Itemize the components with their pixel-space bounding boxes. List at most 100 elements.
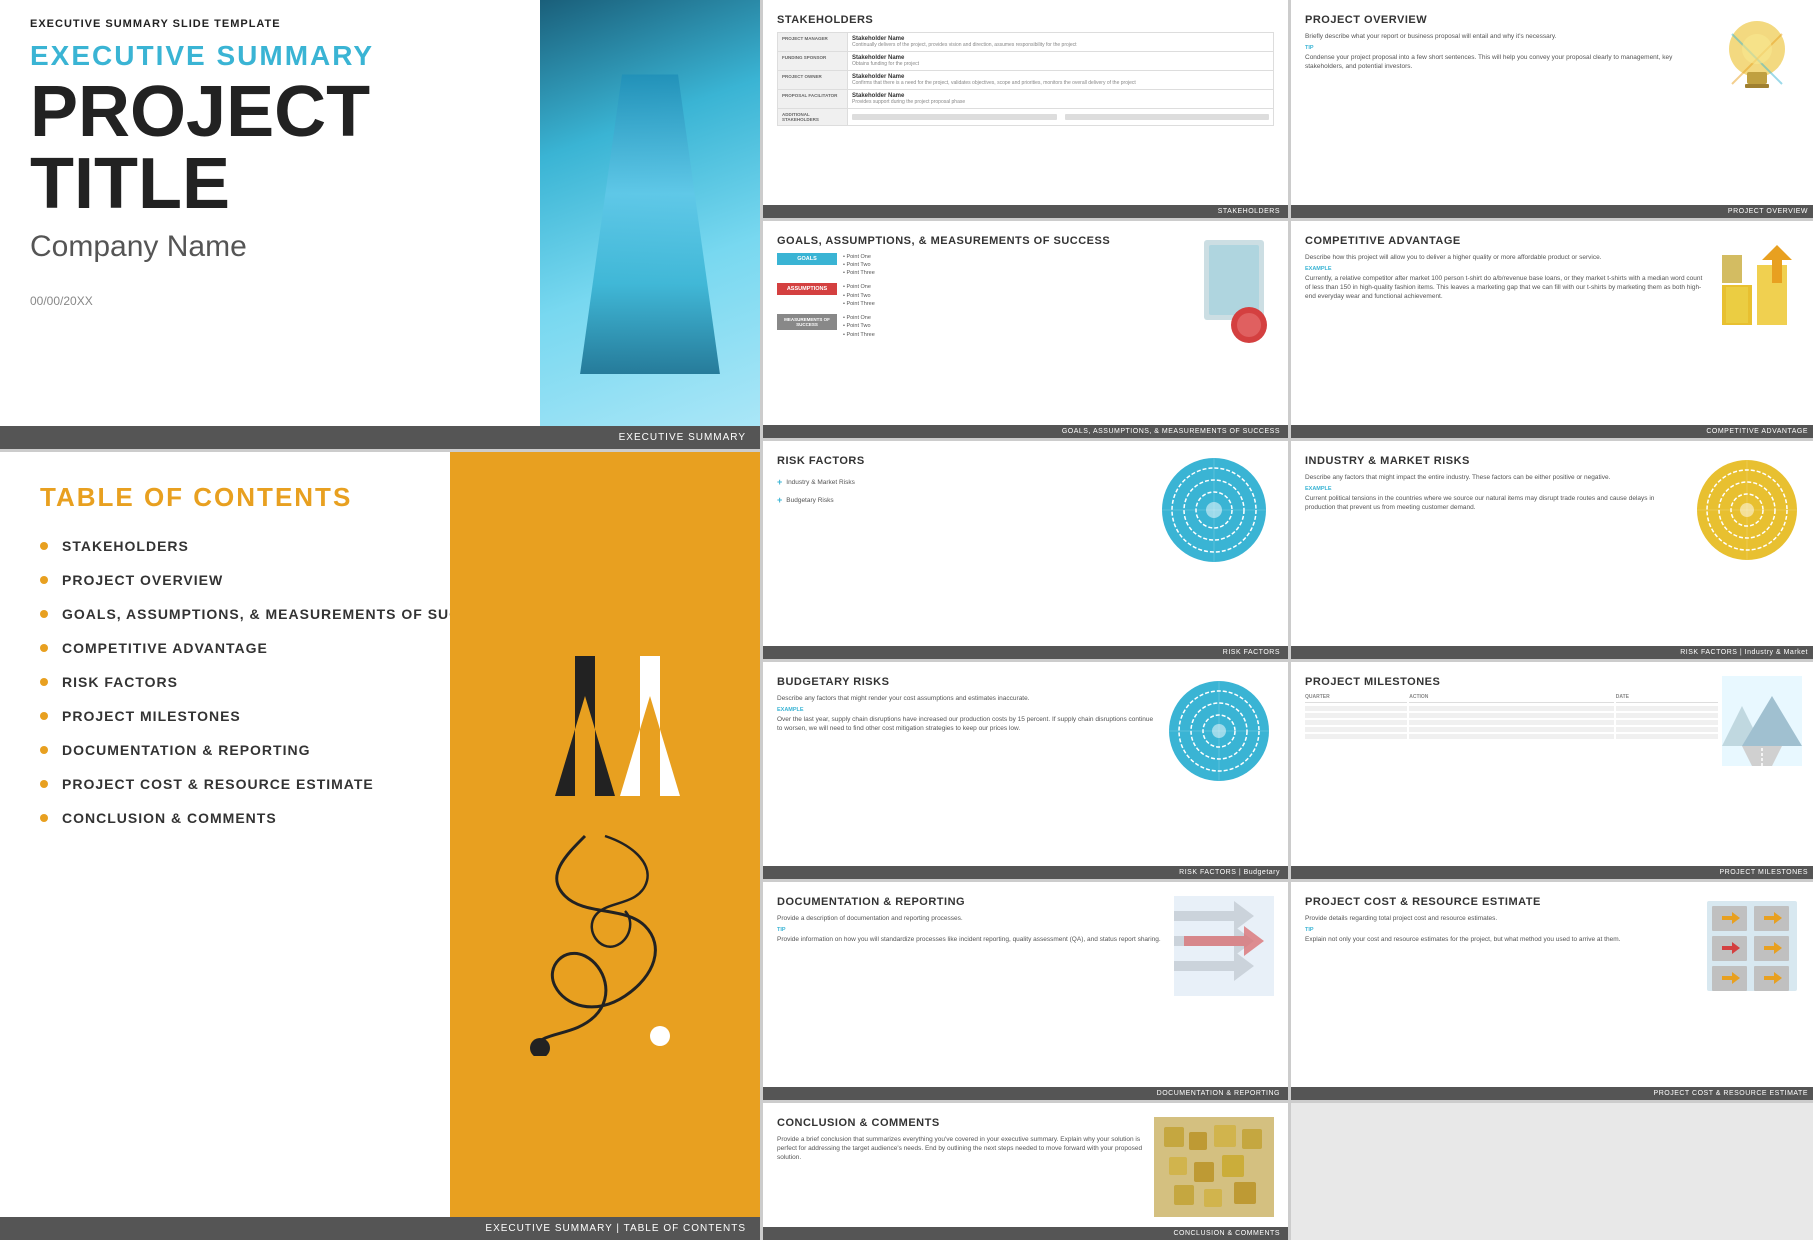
goals-label: GOALS xyxy=(777,253,837,265)
label-cell: PROJECT OWNER xyxy=(778,71,848,90)
project-cost-body: Provide details regarding total project … xyxy=(1305,914,1694,923)
goals-art xyxy=(1194,235,1274,360)
documentation-body: Provide a description of documentation a… xyxy=(777,914,1166,923)
project-cost-tip: Explain not only your cost and resource … xyxy=(1305,935,1694,944)
milestones-header: QUARTER ACTION DATE xyxy=(1305,694,1718,703)
project-milestones-slide: PROJECT MILESTONES QUARTER ACTION DATE xyxy=(1291,662,1813,880)
conclusion-slide: CONCLUSION & COMMENTS Provide a brief co… xyxy=(763,1103,1288,1240)
exec-slide-content: EXECUTIVE SUMMARY SLIDE TEMPLATE EXECUTI… xyxy=(0,0,760,328)
goals-points: • Point One• Point Two• Point Three xyxy=(843,253,875,278)
toc-slide: TABLE OF CONTENTS STAKEHOLDERS PROJECT O… xyxy=(0,452,760,1240)
goals-slide: GOALS, ASSUMPTIONS, & MEASUREMENTS OF SU… xyxy=(763,221,1288,439)
label-cell: ADDITIONAL STAKEHOLDERS xyxy=(778,109,848,126)
date-text: 00/00/20XX xyxy=(0,274,760,328)
lightbulb-art xyxy=(1712,14,1802,104)
table-row: PROJECT OWNER Stakeholder Name Confirms … xyxy=(778,71,1274,90)
milestones-footer: PROJECT MILESTONES xyxy=(1291,866,1813,879)
goals-item-goals: GOALS • Point One• Point Two• Point Thre… xyxy=(777,253,1186,278)
documentation-footer: DOCUMENTATION & REPORTING xyxy=(763,1087,1288,1100)
conclusion-art xyxy=(1154,1117,1274,1222)
maze-art xyxy=(1154,455,1274,565)
stakeholder-cell: Stakeholder Name Continually delivers of… xyxy=(848,33,1274,52)
toc-bullet xyxy=(40,644,48,652)
stakeholders-slide: STAKEHOLDERS PROJECT MANAGER Stakeholder… xyxy=(763,0,1288,218)
stakeholders-footer: STAKEHOLDERS xyxy=(763,205,1288,218)
project-cost-art xyxy=(1702,896,1802,1001)
label-cell: PROJECT MANAGER xyxy=(778,33,848,52)
empty-cell xyxy=(1291,1103,1813,1240)
industry-maze-art xyxy=(1692,455,1802,570)
risk-item-2: + Budgetary Risks xyxy=(777,495,1154,505)
project-cost-title: PROJECT COST & RESOURCE ESTIMATE xyxy=(1305,896,1694,908)
risk-factors-footer: RISK FACTORS xyxy=(763,646,1288,659)
competitive-advantage-slide: COMPETITIVE ADVANTAGE Describe how this … xyxy=(1291,221,1813,439)
toc-bullet xyxy=(40,814,48,822)
project-cost-footer: PROJECT COST & RESOURCE ESTIMATE xyxy=(1291,1087,1813,1100)
conclusion-title: CONCLUSION & COMMENTS xyxy=(777,1117,1146,1129)
stakeholders-table: PROJECT MANAGER Stakeholder Name Continu… xyxy=(777,32,1274,126)
measurements-points: • Point One• Point Two• Point Three xyxy=(843,314,875,339)
exec-slide-footer: EXECUTIVE SUMMARY xyxy=(0,426,760,449)
stakeholder-cell: Stakeholder Name Obtains funding for the… xyxy=(848,52,1274,71)
budgetary-example: Over the last year, supply chain disrupt… xyxy=(777,715,1156,733)
documentation-art xyxy=(1174,896,1274,1001)
competitive-advantage-body: Describe how this project will allow you… xyxy=(1305,253,1704,262)
label-cell: PROPOSAL FACILITATOR xyxy=(778,90,848,109)
toc-bullet xyxy=(40,746,48,754)
toc-bullet xyxy=(40,712,48,720)
project-cost-tip-label: TIP xyxy=(1305,927,1694,933)
competitive-art xyxy=(1712,235,1802,340)
right-grid: STAKEHOLDERS PROJECT MANAGER Stakeholder… xyxy=(763,0,1813,1240)
risk-factors-slide: RISK FACTORS + Industry & Market Risks +… xyxy=(763,441,1288,659)
table-row: FUNDING SPONSOR Stakeholder Name Obtains… xyxy=(778,52,1274,71)
left-column: EXECUTIVE SUMMARY SLIDE TEMPLATE EXECUTI… xyxy=(0,0,760,1240)
conclusion-footer: CONCLUSION & COMMENTS xyxy=(763,1227,1288,1240)
documentation-reporting-slide: DOCUMENTATION & REPORTING Provide a desc… xyxy=(763,882,1288,1100)
stakeholder-cell: Stakeholder Name Confirms that there is … xyxy=(848,71,1274,90)
industry-market-risks-slide: INDUSTRY & MARKET RISKS Describe any fac… xyxy=(1291,441,1813,659)
budgetary-risks-footer: RISK FACTORS | Budgetary xyxy=(763,866,1288,879)
conclusion-body: Provide a brief conclusion that summariz… xyxy=(777,1135,1146,1162)
budgetary-risks-slide: BUDGETARY RISKS Describe any factors tha… xyxy=(763,662,1288,880)
budgetary-risks-body: Describe any factors that might render y… xyxy=(777,694,1156,703)
measurements-label: MEASUREMENTS OF SUCCESS xyxy=(777,314,837,330)
toc-bullet xyxy=(40,542,48,550)
project-overview-footer: PROJECT OVERVIEW xyxy=(1291,205,1813,218)
exec-summary-title: EXECUTIVE SUMMARY xyxy=(0,36,760,76)
project-overview-slide: PROJECT OVERVIEW Briefly describe what y… xyxy=(1291,0,1813,218)
project-cost-slide: PROJECT COST & RESOURCE ESTIMATE Provide… xyxy=(1291,882,1813,1100)
page-wrapper: EXECUTIVE SUMMARY SLIDE TEMPLATE EXECUTI… xyxy=(0,0,1813,1240)
documentation-tip: Provide information on how you will stan… xyxy=(777,935,1166,944)
table-row: ADDITIONAL STAKEHOLDERS xyxy=(778,109,1274,126)
assumptions-label: ASSUMPTIONS xyxy=(777,283,837,295)
budgetary-example-label: EXAMPLE xyxy=(777,707,1156,713)
competitive-advantage-footer: COMPETITIVE ADVANTAGE xyxy=(1291,425,1813,438)
risk-factors-title: RISK FACTORS xyxy=(777,455,1154,467)
goals-title: GOALS, ASSUMPTIONS, & MEASUREMENTS OF SU… xyxy=(777,235,1186,247)
project-overview-title: PROJECT OVERVIEW xyxy=(1305,14,1704,26)
documentation-tip-label: TIP xyxy=(777,927,1166,933)
budgetary-maze-art xyxy=(1164,676,1274,791)
toc-orange-panel xyxy=(450,452,760,1240)
documentation-title: DOCUMENTATION & REPORTING xyxy=(777,896,1166,908)
risk-item-1: + Industry & Market Risks xyxy=(777,477,1154,487)
milestones-title: PROJECT MILESTONES xyxy=(1305,676,1718,688)
toc-bullet xyxy=(40,780,48,788)
toc-bullet xyxy=(40,576,48,584)
assumptions-points: • Point One• Point Two• Point Three xyxy=(843,283,875,308)
slide-template-label: EXECUTIVE SUMMARY SLIDE TEMPLATE xyxy=(0,0,760,36)
toc-bullet xyxy=(40,610,48,618)
toc-slide-footer: EXECUTIVE SUMMARY | TABLE OF CONTENTS xyxy=(0,1217,760,1240)
milestones-rows xyxy=(1305,706,1718,739)
industry-example: Current political tensions in the countr… xyxy=(1305,494,1684,512)
exec-summary-slide: EXECUTIVE SUMMARY SLIDE TEMPLATE EXECUTI… xyxy=(0,0,760,449)
project-title: PROJECTTITLE xyxy=(0,76,760,220)
project-overview-body: Briefly describe what your report or bus… xyxy=(1305,32,1704,41)
goals-item-assumptions: ASSUMPTIONS • Point One• Point Two• Poin… xyxy=(777,283,1186,308)
goals-footer: GOALS, ASSUMPTIONS, & MEASUREMENTS OF SU… xyxy=(763,425,1288,438)
toc-bullet xyxy=(40,678,48,686)
industry-market-title: INDUSTRY & MARKET RISKS xyxy=(1305,455,1684,467)
stakeholders-title: STAKEHOLDERS xyxy=(777,14,1274,26)
milestones-art xyxy=(1722,676,1802,771)
tip-label: TIP xyxy=(1305,45,1704,51)
